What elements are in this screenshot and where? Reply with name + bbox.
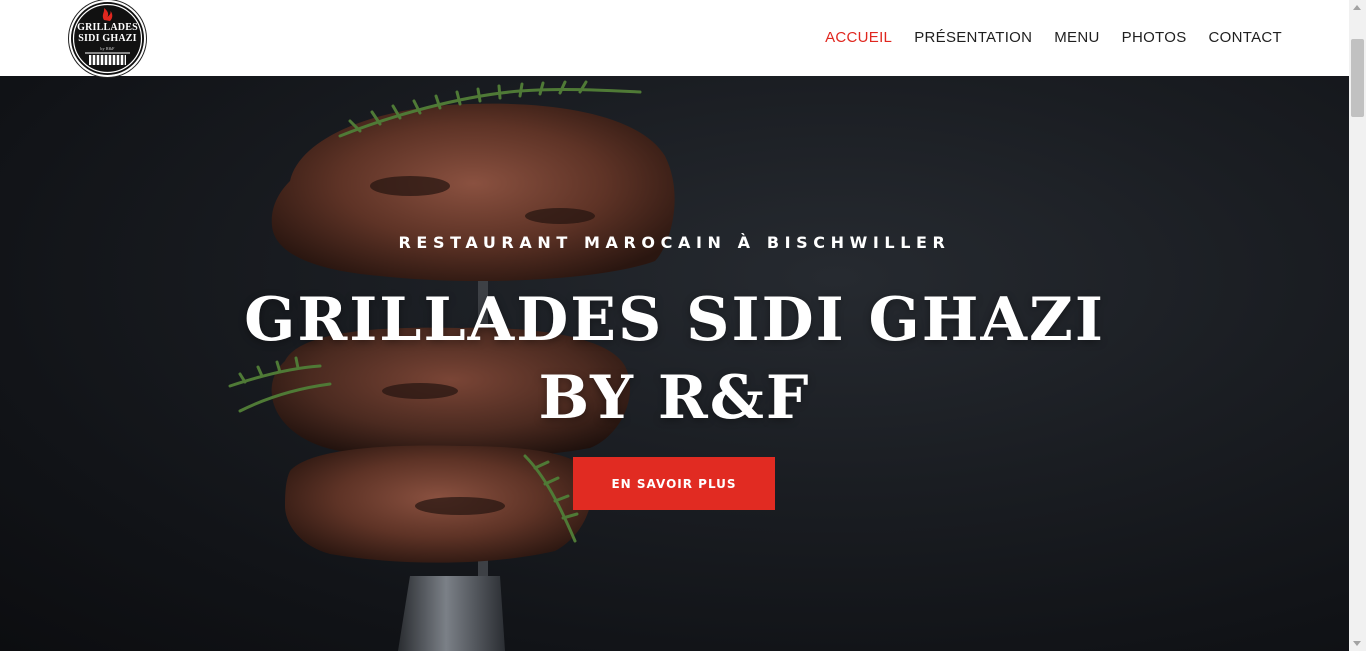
logo-text-line2: SIDI GHAZI [78, 33, 137, 44]
logo-text-line3: by R&F [100, 46, 115, 51]
scroll-down-arrow-icon[interactable] [1353, 641, 1361, 646]
hero-title-line2: BY R&F [538, 363, 811, 433]
vertical-scrollbar[interactable] [1349, 0, 1366, 651]
hero-title-line1: GRILLADES SIDI GHAZI [244, 285, 1105, 355]
main-nav: ACCUEIL PRÉSENTATION MENU PHOTOS CONTACT [803, 28, 1282, 48]
nav-item-contact[interactable]: CONTACT [1209, 28, 1282, 48]
logo-text-line1: GRILLADES [77, 22, 138, 33]
hero-section: RESTAURANT MAROCAIN À BISCHWILLER GRILLA… [0, 76, 1349, 651]
learn-more-button[interactable]: EN SAVOIR PLUS [573, 457, 775, 510]
nav-item-accueil[interactable]: ACCUEIL [825, 28, 892, 48]
hero-subtitle: RESTAURANT MAROCAIN À BISCHWILLER [398, 233, 951, 252]
nav-item-menu[interactable]: MENU [1054, 28, 1099, 48]
page: GRILLADES SIDI GHAZI by R&F ACCUEIL PRÉS… [0, 0, 1349, 651]
logo[interactable]: GRILLADES SIDI GHAZI by R&F [71, 2, 144, 75]
nav-item-presentation[interactable]: PRÉSENTATION [914, 28, 1032, 48]
hero-title: GRILLADES SIDI GHAZI BY R&F [0, 281, 1349, 437]
scroll-thumb[interactable] [1351, 39, 1364, 117]
scroll-up-arrow-icon[interactable] [1353, 5, 1361, 10]
nav-item-photos[interactable]: PHOTOS [1122, 28, 1187, 48]
site-header: GRILLADES SIDI GHAZI by R&F ACCUEIL PRÉS… [0, 0, 1349, 76]
